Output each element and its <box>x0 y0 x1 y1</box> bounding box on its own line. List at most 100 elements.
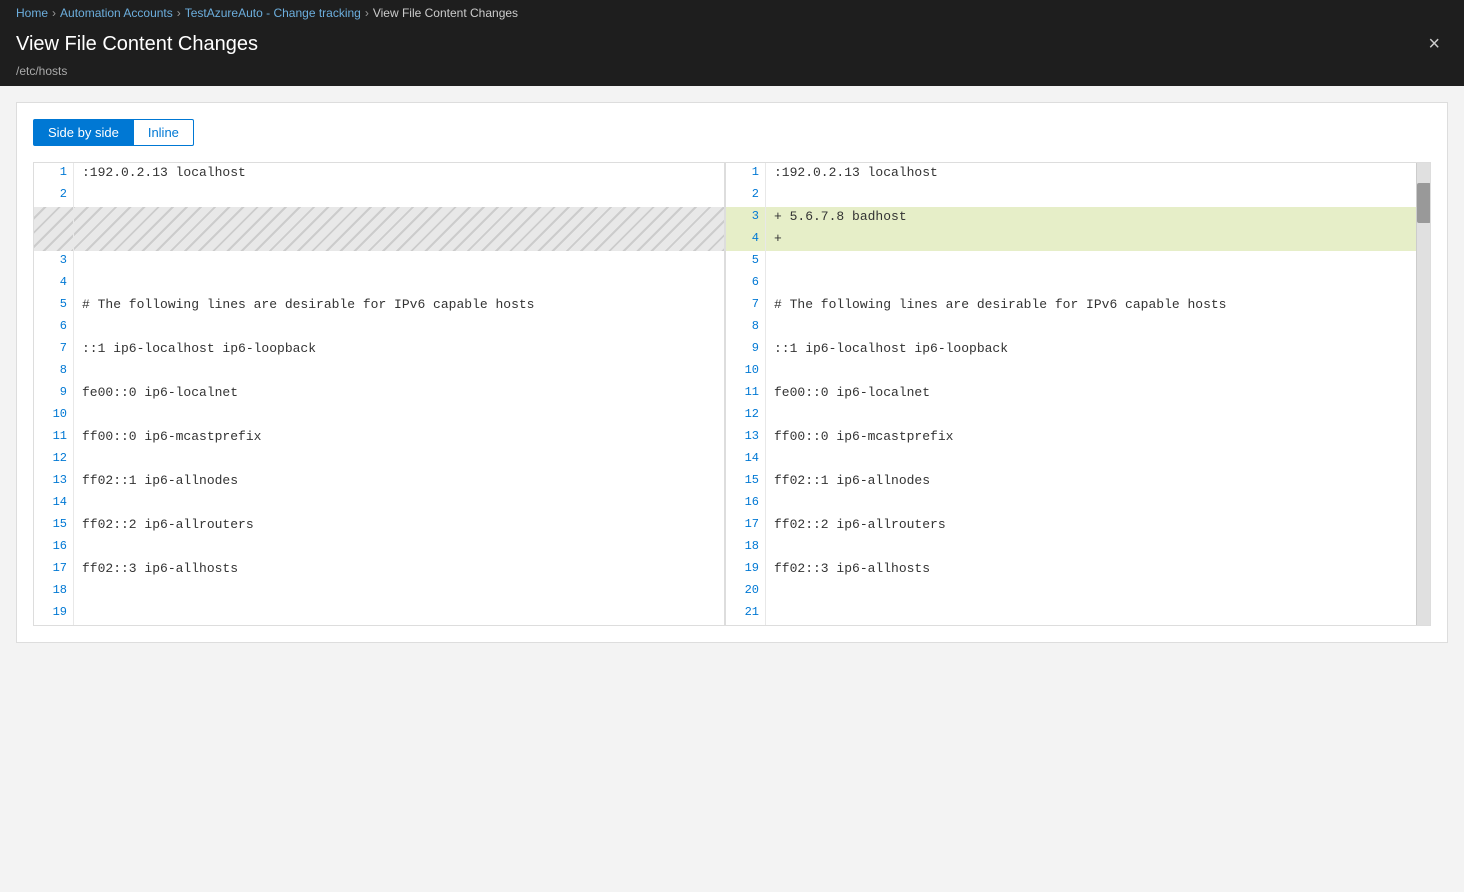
table-row: 15ff02::2 ip6-allrouters <box>34 515 724 537</box>
line-number: 9 <box>726 339 766 361</box>
scrollbar[interactable] <box>1416 163 1430 625</box>
breadcrumb-sep-1: › <box>52 6 56 20</box>
line-content <box>766 449 1416 471</box>
side-by-side-button[interactable]: Side by side <box>33 119 134 146</box>
inline-button[interactable]: Inline <box>134 119 194 146</box>
line-number: 19 <box>34 603 74 625</box>
table-row: 6 <box>34 317 724 339</box>
breadcrumb: Home › Automation Accounts › TestAzureAu… <box>0 0 1464 24</box>
table-row: 9::1 ip6-localhost ip6-loopback <box>726 339 1416 361</box>
line-number: 5 <box>726 251 766 273</box>
subtitle: /etc/hosts <box>0 64 1464 86</box>
table-row: 1:192.0.2.13 localhost <box>34 163 724 185</box>
line-number: 16 <box>34 537 74 559</box>
table-row: 16 <box>726 493 1416 515</box>
line-content: ff00::0 ip6-mcastprefix <box>74 427 724 449</box>
breadcrumb-automation[interactable]: Automation Accounts <box>60 6 173 20</box>
breadcrumb-resource[interactable]: TestAzureAuto - Change tracking <box>185 6 361 20</box>
line-content <box>766 185 1416 207</box>
table-row: 20 <box>726 581 1416 603</box>
line-content: ff02::1 ip6-allnodes <box>766 471 1416 493</box>
breadcrumb-home[interactable]: Home <box>16 6 48 20</box>
page-title: View File Content Changes <box>16 33 258 56</box>
line-content <box>74 405 724 427</box>
line-content <box>766 537 1416 559</box>
table-row: 13ff02::1 ip6-allnodes <box>34 471 724 493</box>
line-number: 8 <box>726 317 766 339</box>
table-row: 18 <box>34 581 724 603</box>
scrollbar-thumb[interactable] <box>1417 183 1431 223</box>
line-number: 15 <box>726 471 766 493</box>
table-row: 18 <box>726 537 1416 559</box>
line-content: :192.0.2.13 localhost <box>766 163 1416 185</box>
table-row: 14 <box>34 493 724 515</box>
breadcrumb-current: View File Content Changes <box>373 6 518 20</box>
line-number: 19 <box>726 559 766 581</box>
line-content <box>74 581 724 603</box>
table-row: 5# The following lines are desirable for… <box>34 295 724 317</box>
line-content <box>74 317 724 339</box>
line-number: 1 <box>726 163 766 185</box>
table-row: 11fe00::0 ip6-localnet <box>726 383 1416 405</box>
table-row: 2 <box>726 185 1416 207</box>
breadcrumb-sep-3: › <box>365 6 369 20</box>
table-row: 3+ 5.6.7.8 badhost <box>726 207 1416 229</box>
line-number: 12 <box>726 405 766 427</box>
line-number: 17 <box>726 515 766 537</box>
line-content <box>74 449 724 471</box>
table-row <box>34 207 724 251</box>
title-bar: Home › Automation Accounts › TestAzureAu… <box>0 0 1464 86</box>
line-content: ff02::2 ip6-allrouters <box>766 515 1416 537</box>
table-row: 8 <box>34 361 724 383</box>
line-number: 16 <box>726 493 766 515</box>
line-number: 10 <box>726 361 766 383</box>
line-content <box>766 493 1416 515</box>
line-content: :192.0.2.13 localhost <box>74 163 724 185</box>
line-number: 12 <box>34 449 74 471</box>
table-row: 19 <box>34 603 724 625</box>
title-row: View File Content Changes × <box>0 24 1464 64</box>
table-row: 12 <box>34 449 724 471</box>
line-content: ff02::2 ip6-allrouters <box>74 515 724 537</box>
right-pane: 1:192.0.2.13 localhost23+ 5.6.7.8 badhos… <box>724 163 1416 625</box>
line-number: 5 <box>34 295 74 317</box>
table-row: 10 <box>34 405 724 427</box>
content-area: Side by side Inline 1:192.0.2.13 localho… <box>16 102 1448 643</box>
line-number <box>34 207 74 251</box>
table-row: 2 <box>34 185 724 207</box>
table-row: 9fe00::0 ip6-localnet <box>34 383 724 405</box>
line-content: ff02::3 ip6-allhosts <box>74 559 724 581</box>
table-row: 21 <box>726 603 1416 625</box>
line-content <box>74 361 724 383</box>
close-button[interactable]: × <box>1420 30 1448 58</box>
table-row: 12 <box>726 405 1416 427</box>
line-content: # The following lines are desirable for … <box>74 295 724 317</box>
line-content: fe00::0 ip6-localnet <box>766 383 1416 405</box>
line-content <box>74 207 724 251</box>
line-number: 7 <box>726 295 766 317</box>
line-content: ff00::0 ip6-mcastprefix <box>766 427 1416 449</box>
table-row: 15ff02::1 ip6-allnodes <box>726 471 1416 493</box>
table-row: 7::1 ip6-localhost ip6-loopback <box>34 339 724 361</box>
line-content <box>74 273 724 295</box>
line-content: ff02::1 ip6-allnodes <box>74 471 724 493</box>
table-row: 16 <box>34 537 724 559</box>
line-number: 21 <box>726 603 766 625</box>
line-content <box>766 317 1416 339</box>
line-content <box>74 493 724 515</box>
line-number: 14 <box>726 449 766 471</box>
table-row: 5 <box>726 251 1416 273</box>
table-row: 17ff02::3 ip6-allhosts <box>34 559 724 581</box>
line-number: 4 <box>34 273 74 295</box>
breadcrumb-sep-2: › <box>177 6 181 20</box>
line-number: 17 <box>34 559 74 581</box>
line-number: 4 <box>726 229 766 251</box>
toggle-bar: Side by side Inline <box>33 119 1431 146</box>
line-content <box>74 537 724 559</box>
line-content <box>766 273 1416 295</box>
line-number: 11 <box>726 383 766 405</box>
line-content <box>74 251 724 273</box>
line-number: 13 <box>726 427 766 449</box>
table-row: 19ff02::3 ip6-allhosts <box>726 559 1416 581</box>
table-row: 14 <box>726 449 1416 471</box>
